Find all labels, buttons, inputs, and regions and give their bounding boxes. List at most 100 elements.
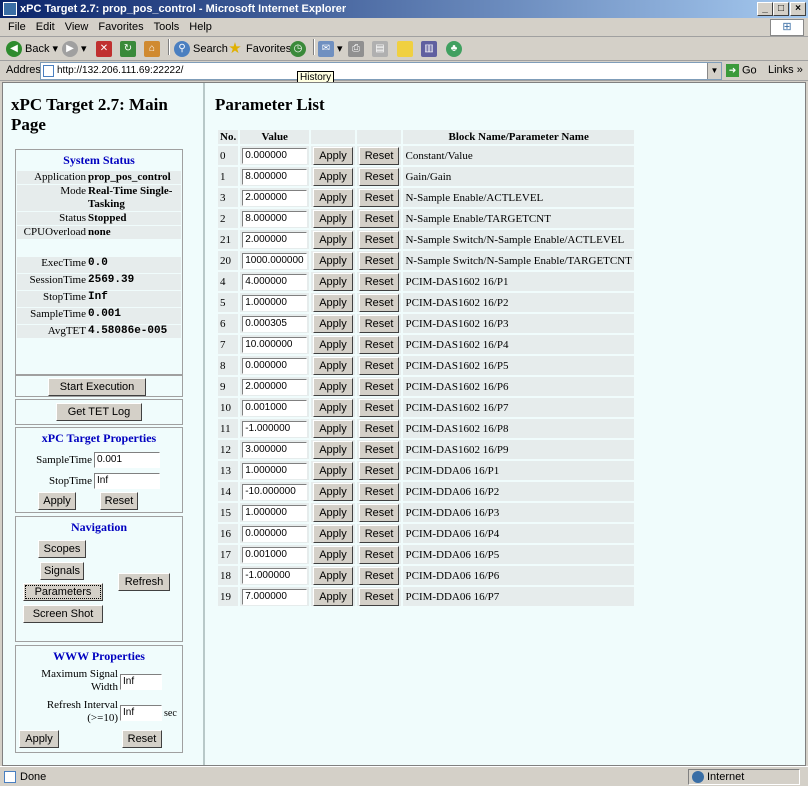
history-button[interactable]: ◷ <box>290 40 309 59</box>
param-value-input[interactable]: 8.000000 <box>242 210 308 227</box>
param-reset-button[interactable]: Reset <box>358 503 400 522</box>
signals-button[interactable]: Signals <box>40 562 84 580</box>
param-reset-button[interactable]: Reset <box>358 566 400 585</box>
param-reset-button[interactable]: Reset <box>358 524 400 543</box>
param-reset-button[interactable]: Reset <box>358 293 400 312</box>
param-apply-button[interactable]: Apply <box>313 146 353 165</box>
edit-page-button[interactable]: ▤ <box>372 40 391 59</box>
print-button[interactable]: ⎙ <box>348 40 367 59</box>
minimize-button[interactable]: _ <box>757 2 773 16</box>
param-apply-button[interactable]: Apply <box>313 293 353 312</box>
param-reset-button[interactable]: Reset <box>358 419 400 438</box>
menu-help[interactable]: Help <box>184 18 217 37</box>
param-reset-button[interactable]: Reset <box>358 188 400 207</box>
www-apply-button[interactable]: Apply <box>19 730 59 748</box>
param-value-input[interactable]: -1.000000 <box>242 567 308 584</box>
menu-view[interactable]: View <box>60 18 94 37</box>
param-value-input[interactable]: 2.000000 <box>242 189 308 206</box>
param-apply-button[interactable]: Apply <box>313 167 353 186</box>
refresh-interval-input[interactable]: Inf <box>120 705 162 721</box>
start-execution-button[interactable]: Start Execution <box>48 378 146 396</box>
param-value-input[interactable]: 0.000000 <box>242 147 308 164</box>
max-signal-width-input[interactable]: Inf <box>120 674 162 690</box>
param-value-input[interactable]: 4.000000 <box>242 273 308 290</box>
menu-tools[interactable]: Tools <box>149 18 185 37</box>
messenger-button[interactable]: ♣ <box>446 40 465 59</box>
param-value-input[interactable]: 8.000000 <box>242 168 308 185</box>
param-apply-button[interactable]: Apply <box>313 335 353 354</box>
screen-shot-button[interactable]: Screen Shot <box>23 605 103 623</box>
properties-reset-button[interactable]: Reset <box>100 492 138 510</box>
param-apply-button[interactable]: Apply <box>313 419 353 438</box>
param-reset-button[interactable]: Reset <box>358 146 400 165</box>
sample-time-input[interactable]: 0.001 <box>94 452 160 468</box>
param-value-input[interactable]: 7.000000 <box>242 588 308 605</box>
maximize-button[interactable]: □ <box>773 2 789 16</box>
param-reset-button[interactable]: Reset <box>358 251 400 270</box>
param-reset-button[interactable]: Reset <box>358 398 400 417</box>
param-reset-button[interactable]: Reset <box>358 230 400 249</box>
discuss-button[interactable] <box>397 40 416 59</box>
param-value-input[interactable]: 2.000000 <box>242 231 308 248</box>
param-reset-button[interactable]: Reset <box>358 272 400 291</box>
search-button[interactable]: ⚲ Search <box>174 40 228 59</box>
param-apply-button[interactable]: Apply <box>313 545 353 564</box>
stop-button[interactable]: ✕ <box>96 40 115 59</box>
links-button[interactable]: Links » <box>768 64 803 76</box>
param-apply-button[interactable]: Apply <box>313 314 353 333</box>
research-button[interactable]: ▥ <box>421 40 440 59</box>
param-value-input[interactable]: 0.001000 <box>242 546 308 563</box>
param-value-input[interactable]: 1000.000000 <box>242 252 308 269</box>
parameters-button[interactable]: Parameters <box>23 583 103 601</box>
close-button[interactable]: × <box>790 2 806 16</box>
param-apply-button[interactable]: Apply <box>313 377 353 396</box>
param-apply-button[interactable]: Apply <box>313 566 353 585</box>
param-reset-button[interactable]: Reset <box>358 335 400 354</box>
param-apply-button[interactable]: Apply <box>313 482 353 501</box>
address-input[interactable]: http://132.206.111.69:22222/ ▼ <box>40 62 722 80</box>
param-apply-button[interactable]: Apply <box>313 587 353 606</box>
param-value-input[interactable]: 10.000000 <box>242 336 308 353</box>
param-reset-button[interactable]: Reset <box>358 377 400 396</box>
param-reset-button[interactable]: Reset <box>358 209 400 228</box>
param-reset-button[interactable]: Reset <box>358 461 400 480</box>
param-value-input[interactable]: 3.000000 <box>242 441 308 458</box>
param-apply-button[interactable]: Apply <box>313 251 353 270</box>
stop-time-input[interactable]: Inf <box>94 473 160 489</box>
param-reset-button[interactable]: Reset <box>358 587 400 606</box>
menu-edit[interactable]: Edit <box>31 18 60 37</box>
param-apply-button[interactable]: Apply <box>313 398 353 417</box>
param-reset-button[interactable]: Reset <box>358 482 400 501</box>
param-apply-button[interactable]: Apply <box>313 272 353 291</box>
param-reset-button[interactable]: Reset <box>358 167 400 186</box>
param-value-input[interactable]: 1.000000 <box>242 294 308 311</box>
param-value-input[interactable]: 0.000000 <box>242 357 308 374</box>
address-dropdown-arrow[interactable]: ▼ <box>707 63 721 79</box>
param-reset-button[interactable]: Reset <box>358 314 400 333</box>
www-reset-button[interactable]: Reset <box>122 730 162 748</box>
menu-favorites[interactable]: Favorites <box>93 18 148 37</box>
properties-apply-button[interactable]: Apply <box>38 492 76 510</box>
home-button[interactable]: ⌂ <box>144 40 163 59</box>
get-tet-log-button[interactable]: Get TET Log <box>56 403 142 421</box>
param-value-input[interactable]: -1.000000 <box>242 420 308 437</box>
param-value-input[interactable]: 1.000000 <box>242 462 308 479</box>
menu-file[interactable]: File <box>3 18 31 37</box>
go-button[interactable]: ➜ Go <box>726 64 757 77</box>
back-button[interactable]: ◀ Back ▾ <box>6 40 58 59</box>
param-apply-button[interactable]: Apply <box>313 209 353 228</box>
param-value-input[interactable]: 2.000000 <box>242 378 308 395</box>
param-apply-button[interactable]: Apply <box>313 188 353 207</box>
param-apply-button[interactable]: Apply <box>313 503 353 522</box>
param-value-input[interactable]: 0.000000 <box>242 525 308 542</box>
forward-button[interactable]: ▶ ▾ <box>62 40 87 59</box>
mail-button[interactable]: ✉ ▾ <box>318 40 343 59</box>
param-apply-button[interactable]: Apply <box>313 230 353 249</box>
param-reset-button[interactable]: Reset <box>358 356 400 375</box>
param-value-input[interactable]: 0.001000 <box>242 399 308 416</box>
param-reset-button[interactable]: Reset <box>358 545 400 564</box>
param-apply-button[interactable]: Apply <box>313 356 353 375</box>
param-apply-button[interactable]: Apply <box>313 461 353 480</box>
param-reset-button[interactable]: Reset <box>358 440 400 459</box>
favorites-button[interactable]: ★ Favorites <box>227 40 291 59</box>
